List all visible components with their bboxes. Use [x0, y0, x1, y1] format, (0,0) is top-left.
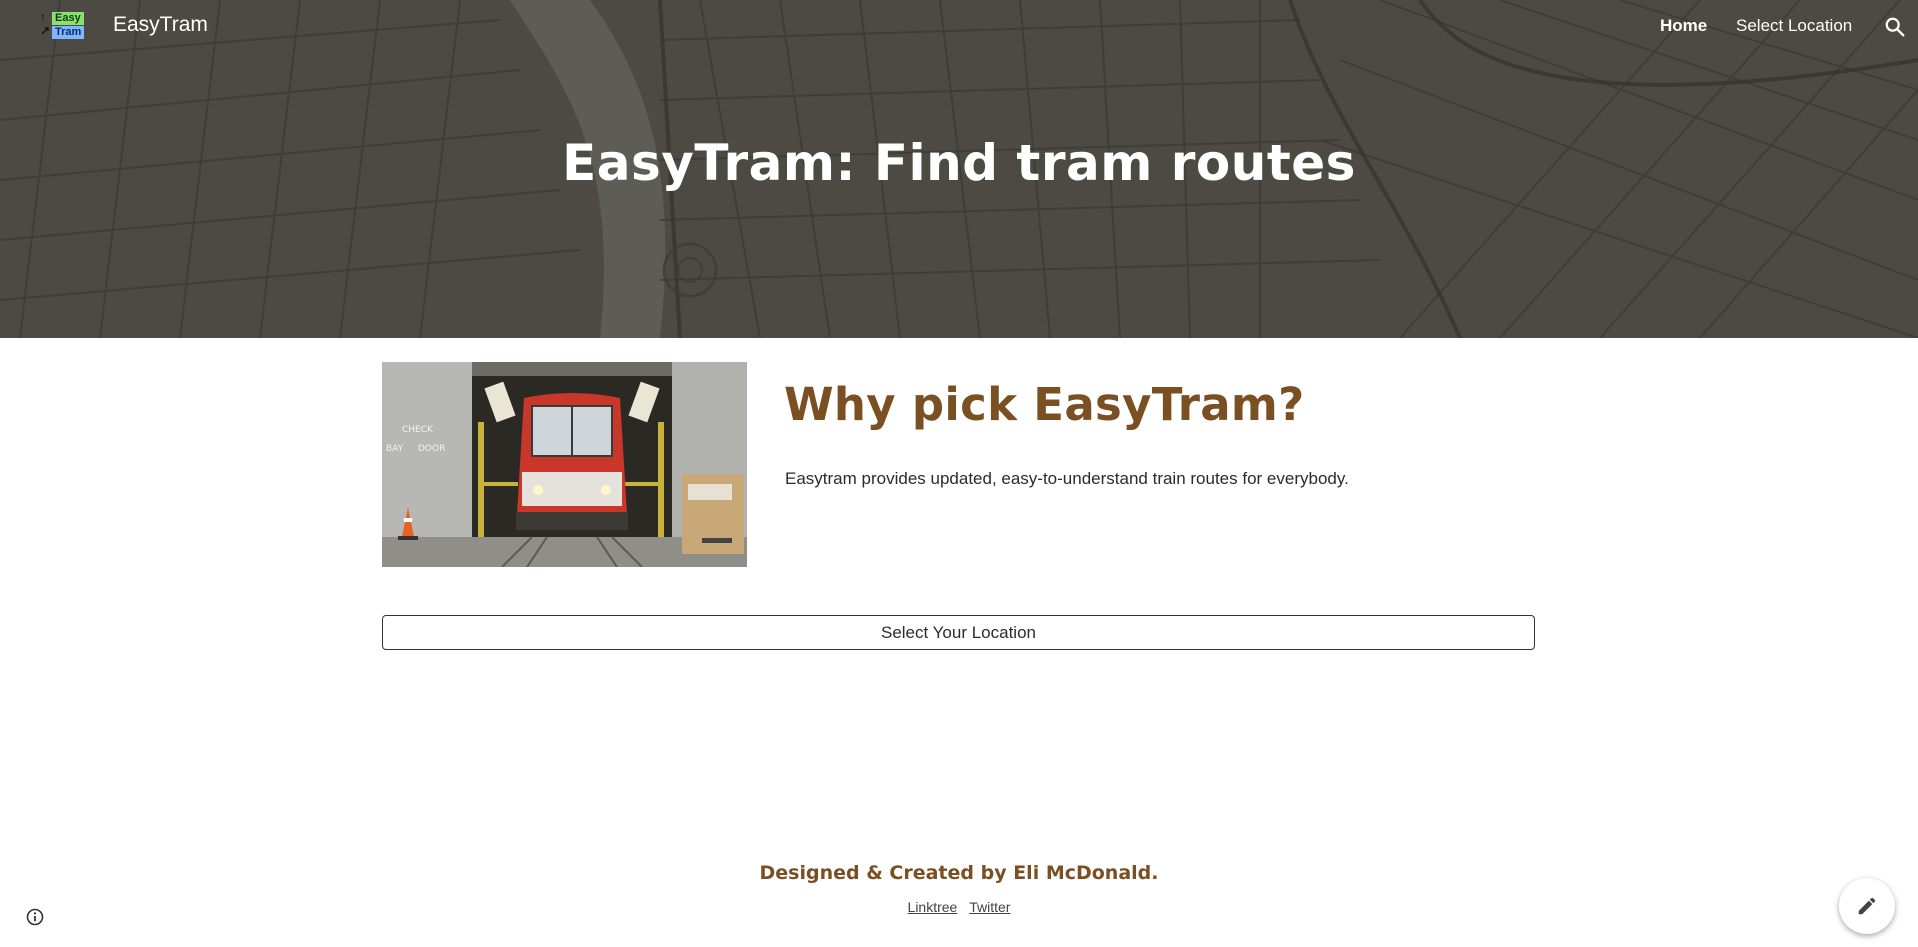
footer-link-twitter[interactable]: Twitter — [969, 899, 1010, 915]
select-location-button[interactable]: Select Your Location — [382, 615, 1535, 650]
info-icon[interactable] — [25, 907, 45, 927]
footer-links: Linktree Twitter — [0, 899, 1918, 915]
footer-credit: Designed & Created by Eli McDonald. — [759, 862, 1159, 884]
tram-depot-photo: CHECK BAY DOOR — [382, 362, 747, 567]
arrows-icon: ↑ ↗ — [40, 10, 51, 38]
search-icon[interactable] — [1884, 16, 1906, 38]
site-logo[interactable]: ↑ ↗ Easy Tram — [40, 10, 90, 40]
top-nav: ↑ ↗ Easy Tram EasyTram Home Select Locati… — [0, 0, 1918, 52]
site-title[interactable]: EasyTram — [113, 13, 208, 37]
photo-sign-door: DOOR — [418, 444, 445, 454]
photo-sign-check: CHECK — [402, 425, 434, 435]
page-title: EasyTram: Find tram routes — [562, 134, 1356, 192]
logo-tram-label: Tram — [52, 26, 85, 39]
footer-link-linktree[interactable]: Linktree — [908, 899, 958, 915]
nav-select-location[interactable]: Select Location — [1736, 16, 1852, 36]
photo-sign-bay: BAY — [386, 444, 404, 454]
section-description: Easytram provides updated, easy-to-under… — [785, 469, 1349, 488]
nav-home[interactable]: Home — [1660, 16, 1707, 36]
logo-easy-label: Easy — [52, 12, 84, 25]
section-heading: Why pick EasyTram? — [784, 378, 1305, 431]
edit-button[interactable] — [1839, 878, 1895, 934]
pencil-icon — [1858, 897, 1876, 915]
